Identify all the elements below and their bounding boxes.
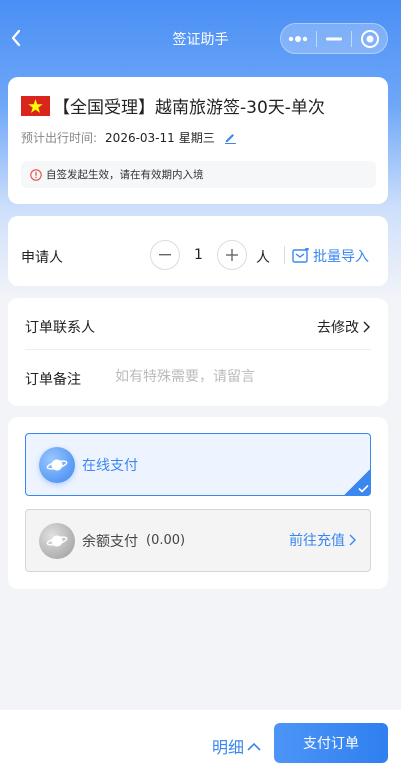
validity-notice: 自签发起生效，请在有效期内入境 [21,161,376,188]
applicant-count: 1 [194,247,203,263]
decrease-button[interactable] [150,240,180,270]
selected-check-badge [343,468,371,496]
order-contact-label: 订单联系人 [25,320,95,336]
balance-payment-label: 余额支付 [82,533,138,550]
bottom-action-bar: 明细 支付订单 [0,710,401,767]
online-payment-label: 在线支付 [82,457,138,474]
navigation-bar: 签证助手 [0,0,401,74]
more-dots-icon [287,35,309,43]
online-payment-option[interactable]: 在线支付 [25,433,371,496]
notice-text: 自签发起生效，请在有效期内入境 [46,169,204,181]
minus-icon [159,254,171,256]
batch-import-label: 批量导入 [313,249,369,265]
close-button[interactable] [352,24,387,53]
chevron-right-icon [349,534,356,546]
order-remark-input[interactable] [115,365,365,389]
recharge-label: 前往充值 [289,533,345,549]
planet-icon [39,522,75,559]
recharge-link[interactable]: 前往充值 [289,530,356,550]
info-icon [30,168,42,181]
applicant-label: 申请人 [21,250,63,266]
vietnam-flag-icon [21,95,50,116]
edit-contact-label: 去修改 [317,320,359,336]
order-remark-label: 订单备注 [25,372,81,388]
travel-date-label: 预计出行时间: [21,131,98,145]
chevron-right-icon [363,321,370,333]
payment-card: 在线支付 余额支付 (0.00) 前往充值 [8,417,388,589]
increase-button[interactable] [217,240,247,270]
edit-contact-link[interactable]: 去修改 [317,317,370,337]
price-detail-toggle[interactable]: 明细 [212,734,261,758]
minimize-button[interactable] [317,24,352,53]
product-card: 【全国受理】越南旅游签-30天-单次 预计出行时间: 2026-03-11 星期… [8,77,388,204]
balance-amount: (0.00) [146,533,186,548]
product-title: 【全国受理】越南旅游签-30天-单次 [53,98,325,118]
divider [284,246,285,264]
applicant-unit: 人 [256,250,270,266]
product-header: 【全国受理】越南旅游签-30天-单次 [21,93,325,118]
pay-order-button[interactable]: 支付订单 [274,723,388,763]
chevron-up-icon [247,742,261,751]
applicant-stepper: 1 [150,240,247,270]
price-detail-label: 明细 [212,738,245,757]
minimize-icon [326,37,342,41]
batch-import-button[interactable]: 批量导入 [292,246,369,266]
import-icon [292,248,310,264]
more-button[interactable] [281,24,316,53]
edit-icon[interactable] [224,131,237,144]
applicant-card: 申请人 1 人 批量导入 [8,216,388,286]
planet-icon [39,446,75,483]
travel-weekday: 星期三 [178,131,215,145]
balance-payment-option[interactable]: 余额支付 (0.00) 前往充值 [25,509,371,572]
travel-date-value: 2026-03-11 [105,130,175,145]
mini-program-capsule [280,23,388,54]
plus-icon [226,249,238,261]
travel-date-row: 预计出行时间: 2026-03-11 星期三 [21,129,237,146]
divider [25,349,371,350]
order-info-card: 订单联系人 去修改 订单备注 [8,298,388,406]
target-icon [360,29,380,49]
